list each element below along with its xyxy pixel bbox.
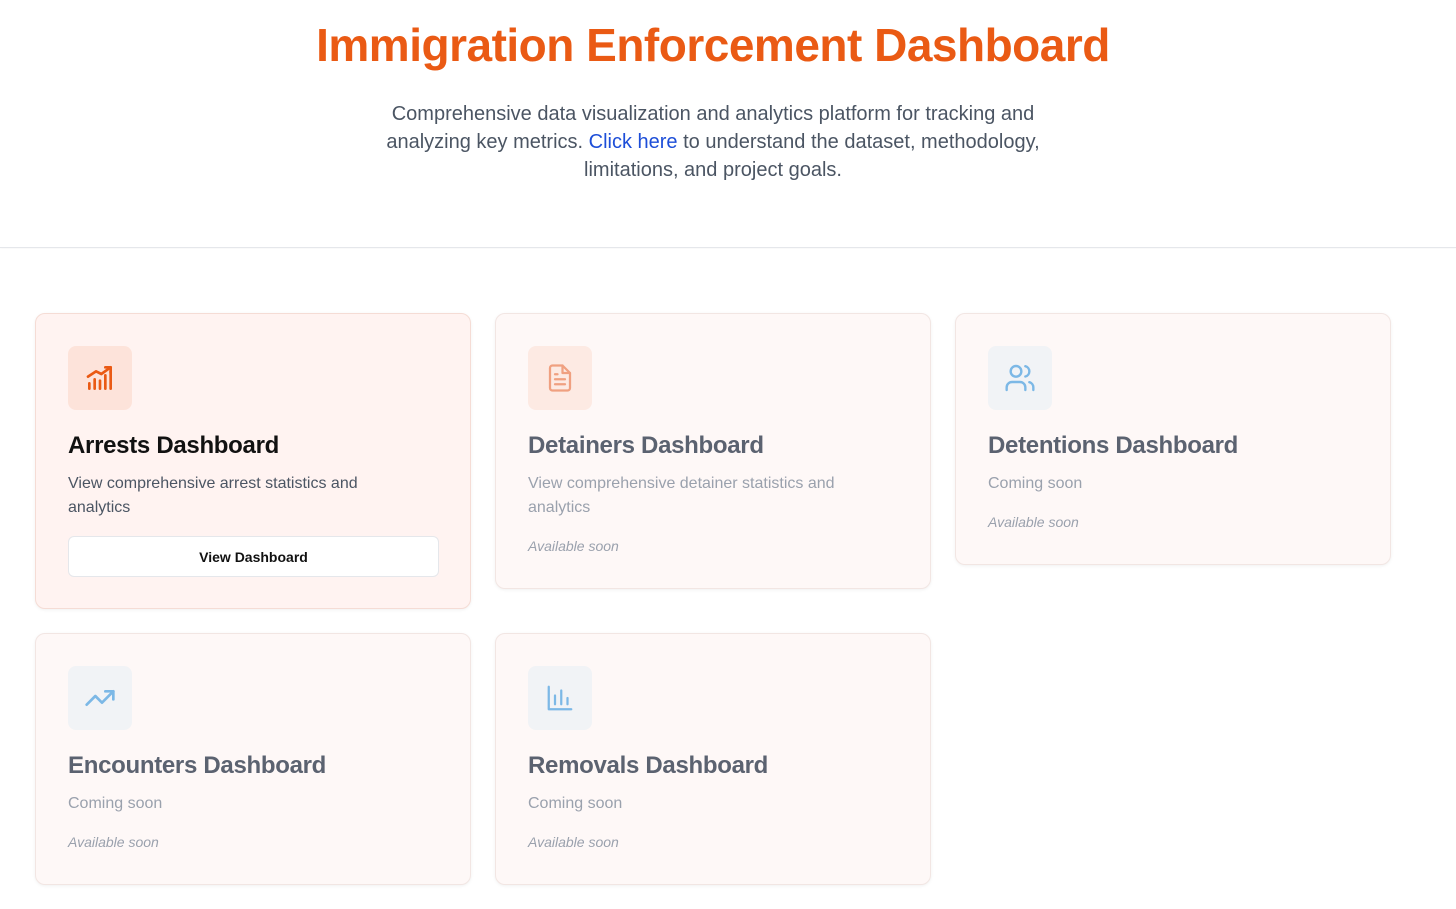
detainers-dashboard-card: Detainers Dashboard View comprehensive d… xyxy=(495,313,931,589)
availability-note: Available soon xyxy=(528,538,619,554)
removals-icon-box xyxy=(528,666,592,730)
users-icon xyxy=(1005,364,1035,392)
card-description: Coming soon xyxy=(988,475,1083,492)
card-description: View comprehensive detainer statistics a… xyxy=(528,475,835,516)
encounters-dashboard-card: Encounters Dashboard Coming soon Availab… xyxy=(35,633,471,885)
card-description: View comprehensive arrest statistics and… xyxy=(68,475,358,516)
card-title: Detainers Dashboard xyxy=(528,432,764,459)
availability-note: Available soon xyxy=(528,834,619,850)
trending-up-icon xyxy=(85,690,115,706)
detainers-icon-box xyxy=(528,346,592,410)
card-title: Removals Dashboard xyxy=(528,752,769,779)
page-header: Immigration Enforcement Dashboard Compre… xyxy=(0,0,1456,248)
availability-note: Available soon xyxy=(988,514,1079,530)
card-title: Encounters Dashboard xyxy=(68,752,327,779)
availability-note: Available soon xyxy=(68,834,159,850)
detentions-dashboard-card: Detentions Dashboard Coming soon Availab… xyxy=(955,313,1391,565)
about-dataset-link[interactable]: Click here xyxy=(589,131,678,153)
bar-chart-icon xyxy=(547,685,573,711)
arrests-icon-box xyxy=(68,346,132,410)
dashboard-grid: Arrests Dashboard View comprehensive arr… xyxy=(0,249,1456,909)
chart-increasing-icon xyxy=(86,366,112,390)
card-title: Detentions Dashboard xyxy=(988,432,1239,459)
removals-dashboard-card: Removals Dashboard Coming soon Available… xyxy=(495,633,931,885)
card-description: Coming soon xyxy=(68,795,163,812)
arrests-dashboard-card[interactable]: Arrests Dashboard View comprehensive arr… xyxy=(35,313,471,609)
encounters-icon-box xyxy=(68,666,132,730)
card-description: Coming soon xyxy=(528,795,623,812)
view-dashboard-button[interactable]: View Dashboard xyxy=(68,536,439,577)
page-subtitle: Comprehensive data visualization and ana… xyxy=(378,100,1048,184)
detentions-icon-box xyxy=(988,346,1052,410)
document-icon xyxy=(548,364,572,392)
page-title: Immigration Enforcement Dashboard xyxy=(316,19,1110,71)
card-title: Arrests Dashboard xyxy=(68,432,279,459)
